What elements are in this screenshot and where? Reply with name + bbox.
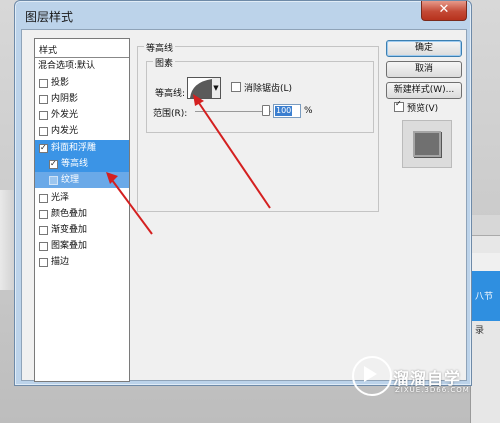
new-style-button[interactable]: 新建样式(W)... (386, 82, 462, 99)
style-checkbox[interactable] (39, 111, 48, 120)
dialog-title: 图层样式 (25, 10, 74, 24)
style-checkbox[interactable] (39, 79, 48, 88)
style-item-outer-glow[interactable]: 外发光 (35, 107, 129, 123)
cancel-button[interactable]: 取消 (386, 61, 462, 78)
style-item-satin[interactable]: 光泽 (35, 190, 129, 206)
style-checkbox[interactable] (49, 156, 58, 172)
style-checkbox[interactable] (39, 226, 48, 235)
dialog-client: 样式 混合选项:默认 投影 内阴影 外发光 内发光 斜面和浮 (21, 29, 467, 382)
style-item-drop-shadow[interactable]: 投影 (35, 75, 129, 91)
antialias-checkbox[interactable] (231, 82, 241, 92)
contour-curve-icon[interactable] (187, 77, 213, 99)
style-checkbox[interactable] (39, 210, 48, 219)
contour-group: 等高线 图素 等高线: ▼ 消除锯齿(L) 范围(R): 100 % (137, 41, 379, 212)
style-item-pattern-overlay[interactable]: 图案叠加 (35, 238, 129, 254)
panel-selected-text: 八节 (475, 292, 494, 302)
panel-bottom-text: 录 (475, 326, 485, 336)
range-slider-track[interactable] (195, 111, 271, 112)
style-checkbox[interactable] (39, 140, 48, 156)
style-checkbox[interactable] (39, 242, 48, 251)
dialog-titlebar[interactable]: 图层样式 ✕ (15, 1, 471, 29)
preview-square (413, 131, 441, 157)
styles-header[interactable]: 样式 (35, 39, 129, 58)
panel-tab[interactable] (471, 215, 500, 236)
range-slider-thumb[interactable] (262, 105, 270, 116)
style-item-inner-shadow[interactable]: 内阴影 (35, 91, 129, 107)
preview-checkbox[interactable] (394, 99, 404, 112)
blend-options-item[interactable]: 混合选项:默认 (35, 58, 129, 74)
style-item-bevel-emboss[interactable]: 斜面和浮雕 (35, 140, 129, 156)
antialias-label: 消除锯齿(L) (244, 84, 293, 94)
range-value: 100 (275, 106, 293, 116)
panel-row[interactable]: ✉ 🔒 (471, 253, 500, 306)
style-checkbox[interactable] (39, 194, 48, 203)
style-item-texture[interactable]: 纹理 (35, 172, 129, 188)
preview-label: 预览(V) (407, 104, 439, 114)
elements-group: 图素 等高线: ▼ 消除锯齿(L) 范围(R): 100 % (146, 56, 374, 133)
watermark-url: ZIXUE.3D66.COM (395, 386, 470, 394)
contour-group-title: 等高线 (144, 41, 176, 54)
style-item-color-overlay[interactable]: 颜色叠加 (35, 206, 129, 222)
styles-list: 样式 混合选项:默认 投影 内阴影 外发光 内发光 斜面和浮 (34, 38, 130, 382)
style-checkbox[interactable] (39, 127, 48, 136)
range-input[interactable]: 100 (273, 104, 301, 118)
contour-label: 等高线: (155, 89, 186, 99)
close-icon[interactable]: ✕ (421, 1, 467, 21)
dropdown-arrow-icon[interactable]: ▼ (212, 77, 221, 99)
range-unit: % (304, 106, 313, 116)
ok-button[interactable]: 确定 (386, 40, 462, 57)
style-item-contour[interactable]: 等高线 (35, 156, 129, 172)
style-item-gradient-overlay[interactable]: 渐变叠加 (35, 222, 129, 238)
layer-style-dialog: 图层样式 ✕ 样式 混合选项:默认 投影 内阴影 外发光 内发光 ✓ 斜面和浮雕… (14, 0, 472, 386)
panel-selected-row[interactable]: 八节 (471, 271, 500, 321)
style-preview-thumbnail (402, 120, 452, 168)
play-icon (364, 366, 377, 382)
style-checkbox[interactable] (39, 95, 48, 104)
elements-group-title: 图素 (153, 56, 176, 69)
style-item-stroke[interactable]: 描边 (35, 254, 129, 270)
background-layers-panel: ✉ 🔒 八节 录 (470, 215, 500, 423)
style-item-inner-glow[interactable]: 内发光 (35, 123, 129, 139)
style-checkbox[interactable] (39, 258, 48, 267)
range-label: 范围(R): (153, 109, 188, 119)
style-checkbox[interactable] (49, 176, 58, 185)
